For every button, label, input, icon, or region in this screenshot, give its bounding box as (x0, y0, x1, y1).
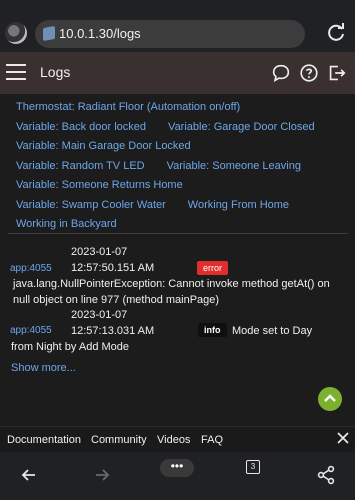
footer-link-videos[interactable]: Videos (157, 434, 190, 446)
chat-icon[interactable] (270, 62, 292, 84)
url-text[interactable]: 10.0.1.30/logs (59, 26, 141, 41)
log-message: java.lang.NullPointerException: Cannot i… (13, 278, 330, 306)
page-title: Logs (40, 64, 71, 80)
chevron-up-icon (324, 394, 336, 402)
filter-link[interactable]: Variable: Someone Leaving (167, 157, 301, 177)
menu-icon[interactable] (6, 64, 26, 80)
app-header: Logs (0, 52, 355, 94)
address-field[interactable]: 10.0.1.30/logs (35, 20, 305, 48)
log-level-badge: error (197, 261, 229, 275)
forward-arrow-icon (96, 469, 110, 481)
filter-link[interactable]: Working in Backyard (16, 215, 117, 235)
share-icon[interactable] (314, 464, 338, 486)
footer-link-documentation[interactable]: Documentation (7, 434, 81, 446)
filter-link[interactable]: Variable: Swamp Cooler Water (16, 196, 166, 216)
log-source-link[interactable]: app:4055 (10, 263, 52, 274)
close-icon[interactable] (337, 432, 349, 444)
filter-link[interactable]: Variable: Main Garage Door Locked (16, 137, 191, 157)
filter-link[interactable]: Working From Home (188, 196, 289, 216)
footer-link-faq[interactable]: FAQ (201, 434, 223, 446)
browser-menu-button[interactable]: ••• (160, 459, 194, 477)
divider (8, 233, 348, 234)
filter-link[interactable]: Thermostat: Radiant Floor (Automation on… (16, 98, 240, 118)
help-icon[interactable] (298, 62, 320, 84)
tab-switcher-button[interactable]: 3 (246, 460, 260, 474)
log-message: Mode set to Day from Night by Add Mode (11, 325, 313, 353)
filter-link[interactable]: Variable: Back door locked (16, 118, 146, 138)
show-more-link[interactable]: Show more... (11, 362, 76, 374)
filter-link[interactable]: Variable: Garage Door Closed (168, 118, 315, 138)
site-info-icon[interactable] (43, 25, 55, 42)
log-timestamp: 2023-01-07 12:57:50.151 AM (71, 246, 155, 274)
footer-links: Documentation Community Videos FAQ (0, 426, 355, 452)
reload-icon[interactable] (324, 20, 348, 46)
site-avatar-icon[interactable] (5, 22, 27, 44)
filter-link[interactable]: Variable: Someone Returns Home (16, 176, 183, 196)
logout-icon[interactable] (326, 62, 348, 84)
log-filter-list: Thermostat: Radiant Floor (Automation on… (16, 98, 346, 235)
footer-link-community[interactable]: Community (91, 434, 147, 446)
logs-content: Thermostat: Radiant Floor (Automation on… (0, 94, 355, 426)
scroll-top-button[interactable] (318, 387, 342, 411)
filter-link[interactable]: Variable: Random TV LED (16, 157, 145, 177)
back-arrow-icon[interactable] (17, 464, 41, 486)
